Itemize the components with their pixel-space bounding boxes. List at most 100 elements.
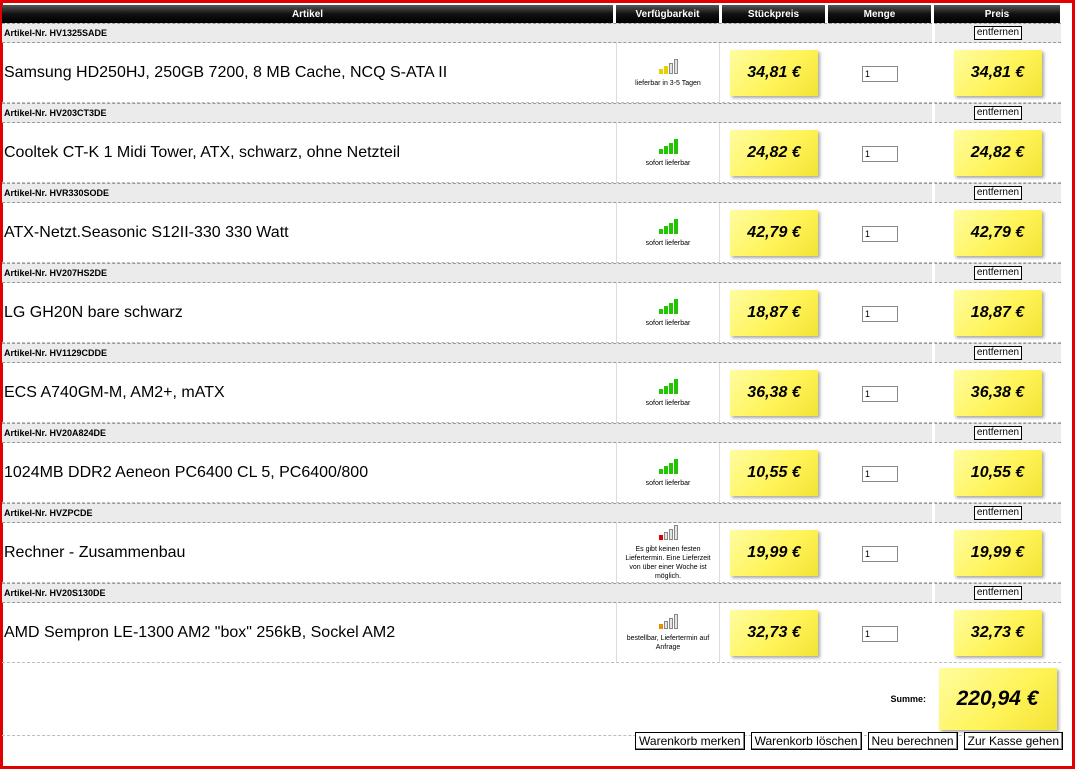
product-name[interactable]: 1024MB DDR2 Aeneon PC6400 CL 5, PC6400/8… (2, 443, 614, 503)
availability-bar (668, 618, 673, 629)
availability-text: sofort lieferbar (645, 159, 691, 167)
availability-text: Es gibt keinen festen Liefertermin. Eine… (625, 546, 711, 580)
availability-bar (663, 65, 668, 74)
availability-bar (663, 305, 668, 314)
article-number-row: Artikel-Nr. HV207HS2DE entfernen (2, 263, 1061, 283)
unit-price: 18,87 € (730, 289, 818, 336)
cart-actions: Warenkorb merken Warenkorb löschen Neu b… (635, 732, 1063, 750)
availability-signal-icon (658, 298, 678, 314)
availability-cell: sofort lieferbar (616, 203, 720, 263)
unit-price-cell: 19,99 € (722, 523, 826, 583)
cart-item-row: ATX-Netzt.Seasonic S12II-330 330 Watt sof… (2, 203, 1061, 263)
availability-bar (673, 614, 678, 629)
unit-price: 24,82 € (730, 129, 818, 176)
availability-signal-icon (658, 138, 678, 154)
remove-button[interactable]: entfernen (973, 265, 1023, 280)
unit-price: 19,99 € (730, 529, 818, 576)
product-name[interactable]: Samsung HD250HJ, 250GB 7200, 8 MB Cache,… (2, 43, 614, 103)
unit-price-cell: 24,82 € (722, 123, 826, 183)
article-number-row: Artikel-Nr. HV203CT3DE entfernen (2, 103, 1061, 123)
availability-bar (658, 468, 663, 474)
availability-bar (673, 525, 678, 540)
article-number: Artikel-Nr. HVR330SODE (2, 183, 932, 203)
product-name[interactable]: Rechner - Zusammenbau (2, 523, 614, 583)
quantity-input[interactable] (862, 625, 898, 642)
quantity-input[interactable] (862, 145, 898, 162)
quantity-input[interactable] (862, 305, 898, 322)
remove-button[interactable]: entfernen (973, 25, 1023, 40)
quantity-input[interactable] (862, 65, 898, 82)
availability-bar (668, 382, 673, 394)
line-total-cell: 19,99 € (934, 523, 1061, 583)
line-total-cell: 34,81 € (934, 43, 1061, 103)
remove-button[interactable]: entfernen (973, 345, 1023, 360)
cart-table: Artikel Verfügbarkeit Stückpreis Menge P… (0, 5, 1063, 736)
availability-bar (668, 62, 673, 74)
availability-bar (673, 218, 678, 234)
quantity-input[interactable] (862, 385, 898, 402)
product-name[interactable]: ECS A740GM-M, AM2+, mATX (2, 363, 614, 423)
availability-bar (668, 462, 673, 474)
product-name[interactable]: AMD Sempron LE-1300 AM2 "box" 256kB, Soc… (2, 603, 614, 663)
unit-price-cell: 10,55 € (722, 443, 826, 503)
unit-price-cell: 34,81 € (722, 43, 826, 103)
quantity-input[interactable] (862, 545, 898, 562)
quantity-cell (828, 603, 932, 663)
save-cart-button[interactable]: Warenkorb merken (635, 732, 745, 750)
header-availability: Verfügbarkeit (616, 5, 720, 23)
remove-button[interactable]: entfernen (973, 105, 1023, 120)
availability-signal-icon (658, 613, 678, 629)
availability-signal-icon (658, 378, 678, 394)
availability-bar (668, 222, 673, 234)
availability-bar (663, 532, 668, 540)
cart-body: Artikel-Nr. HV1325SADE entfernen Samsung H… (2, 23, 1061, 663)
availability-bar (668, 142, 673, 154)
availability-bar (658, 148, 663, 154)
checkout-button[interactable]: Zur Kasse gehen (963, 732, 1063, 750)
availability-signal-icon (658, 58, 678, 74)
remove-button[interactable]: entfernen (973, 425, 1023, 440)
line-total: 19,99 € (953, 529, 1042, 576)
product-name[interactable]: Cooltek CT-K 1 Midi Tower, ATX, schwarz,… (2, 123, 614, 183)
clear-cart-button[interactable]: Warenkorb löschen (750, 732, 862, 750)
availability-text: sofort lieferbar (645, 399, 691, 407)
availability-bar (668, 529, 673, 540)
summary-label: Summe: (2, 663, 932, 736)
recalculate-button[interactable]: Neu berechnen (867, 732, 958, 750)
article-number: Artikel-Nr. HV20A824DE (2, 423, 932, 443)
article-number-row: Artikel-Nr. HVR330SODE entfernen (2, 183, 1061, 203)
quantity-input[interactable] (862, 465, 898, 482)
cart-item-row: LG GH20N bare schwarz sofort lieferbar 18,… (2, 283, 1061, 343)
availability-cell: lieferbar in 3-5 Tagen (616, 43, 720, 103)
cart-item-row: 1024MB DDR2 Aeneon PC6400 CL 5, PC6400/8… (2, 443, 1061, 503)
article-number: Artikel-Nr. HV203CT3DE (2, 103, 932, 123)
product-name[interactable]: ATX-Netzt.Seasonic S12II-330 330 Watt (2, 203, 614, 263)
availability-bar (673, 458, 678, 474)
remove-button[interactable]: entfernen (973, 585, 1023, 600)
article-number-row: Artikel-Nr. HV1129CDDE entfernen (2, 343, 1061, 363)
line-total-cell: 18,87 € (934, 283, 1061, 343)
remove-cell: entfernen (934, 263, 1061, 283)
product-name[interactable]: LG GH20N bare schwarz (2, 283, 614, 343)
remove-button[interactable]: entfernen (973, 505, 1023, 520)
quantity-cell (828, 363, 932, 423)
availability-cell: sofort lieferbar (616, 443, 720, 503)
summary-total-cell: 220,94 € (934, 663, 1061, 736)
quantity-cell (828, 523, 932, 583)
summary-row: Summe: 220,94 € (2, 663, 1061, 736)
remove-cell: entfernen (934, 103, 1061, 123)
header-artikel: Artikel (2, 5, 614, 23)
line-total-cell: 10,55 € (934, 443, 1061, 503)
availability-bar (658, 228, 663, 234)
quantity-input[interactable] (862, 225, 898, 242)
unit-price-cell: 18,87 € (722, 283, 826, 343)
availability-bar (668, 302, 673, 314)
summary-total: 220,94 € (938, 668, 1057, 730)
article-number: Artikel-Nr. HV1129CDDE (2, 343, 932, 363)
cart-item-row: Samsung HD250HJ, 250GB 7200, 8 MB Cache,… (2, 43, 1061, 103)
article-number-row: Artikel-Nr. HV20A824DE entfernen (2, 423, 1061, 443)
availability-bar (673, 58, 678, 74)
line-total: 18,87 € (953, 289, 1042, 336)
article-number: Artikel-Nr. HVZPCDE (2, 503, 932, 523)
remove-button[interactable]: entfernen (973, 185, 1023, 200)
